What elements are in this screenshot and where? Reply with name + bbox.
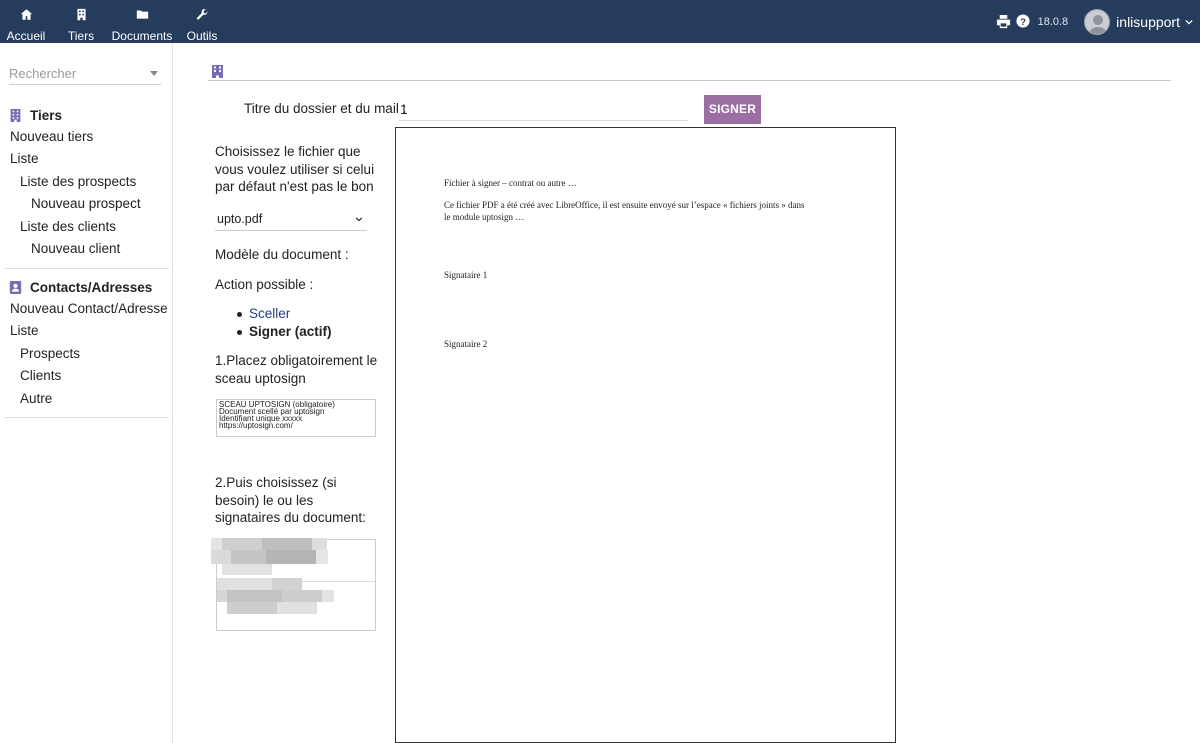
version-label: 18.0.8 xyxy=(1037,15,1069,28)
pdf-line-2: Ce fichier PDF a été créé avec LibreOffi… xyxy=(444,200,805,210)
sidebar-item-liste-contacts[interactable]: Liste xyxy=(0,320,173,342)
contact-card-icon xyxy=(9,280,22,294)
title-label: Titre du dossier et du mail : xyxy=(244,101,407,116)
pdf-preview[interactable]: Fichier à signer – contrat ou autre … Ce… xyxy=(395,127,896,743)
menu-tiers: Tiers Nouveau tiers Liste Liste des pros… xyxy=(0,104,173,260)
sidebar-item-nouveau-tiers[interactable]: Nouveau tiers xyxy=(0,126,173,148)
chevron-down-icon[interactable] xyxy=(1185,18,1193,26)
title-input[interactable] xyxy=(399,99,688,121)
pdf-line-1: Fichier à signer – contrat ou autre … xyxy=(444,178,577,188)
step1-text: 1.Placez obligatoirement le sceau uptosi… xyxy=(215,353,378,386)
pdf-signatory-1: Signataire 1 xyxy=(444,270,488,280)
pdf-line-3: le module uptosign … xyxy=(444,212,525,222)
sidebar-item-nouveau-client[interactable]: Nouveau client xyxy=(0,238,173,260)
sidebar-item-autre[interactable]: Autre xyxy=(0,388,173,410)
nav-outils[interactable]: Outils xyxy=(174,0,230,43)
menu-contacts-label: Contacts/Adresses xyxy=(30,279,153,295)
nav-outils-label: Outils xyxy=(186,29,218,43)
search-field xyxy=(9,65,161,85)
building-icon xyxy=(212,65,223,78)
action-list: Sceller Signer (actif) xyxy=(237,305,332,340)
left-sidebar: Tiers Nouveau tiers Liste Liste des pros… xyxy=(0,43,173,743)
sidebar-item-liste[interactable]: Liste xyxy=(0,148,173,170)
action-label: Action possible : xyxy=(215,277,314,292)
nav-accueil[interactable]: Accueil xyxy=(0,0,52,43)
top-nav: Accueil Tiers Documents Outils xyxy=(0,0,230,43)
header-divider xyxy=(208,80,1171,81)
main-content: Titre du dossier et du mail : SIGNER Cho… xyxy=(174,43,1200,743)
search-input[interactable] xyxy=(9,66,139,81)
menu-contacts: Contacts/Adresses Nouveau Contact/Adress… xyxy=(0,276,173,410)
username[interactable]: inlisupport xyxy=(1116,14,1180,30)
dropdown-arrow-icon[interactable] xyxy=(150,71,158,76)
menu-tiers-label: Tiers xyxy=(30,107,63,123)
sidebar-item-prospects[interactable]: Prospects xyxy=(0,343,173,365)
top-right-tools: ? 18.0.8 inlisupport xyxy=(996,0,1200,43)
choose-file-text: Choisissez le fichier que vous voulez ut… xyxy=(215,144,375,194)
sidebar-item-nouveau-contact[interactable]: Nouveau Contact/Adresse xyxy=(0,298,173,320)
sign-button[interactable]: SIGNER xyxy=(704,95,761,124)
menu-contacts-title[interactable]: Contacts/Adresses xyxy=(0,276,173,298)
model-label: Modèle du document : xyxy=(215,247,349,262)
sidebar-item-clients[interactable]: Clients xyxy=(0,365,173,387)
action-signer: Signer (actif) xyxy=(237,323,332,341)
chevron-down-icon xyxy=(355,217,363,222)
avatar[interactable] xyxy=(1084,8,1111,35)
pdf-signatory-2: Signataire 2 xyxy=(444,339,488,349)
folder-icon xyxy=(136,8,149,26)
step2-text: 2.Puis choisissez (si besoin) le ou les … xyxy=(215,475,366,525)
wrench-icon xyxy=(196,8,209,26)
nav-tiers[interactable]: Tiers xyxy=(52,0,110,43)
print-icon[interactable] xyxy=(996,14,1011,29)
nav-accueil-label: Accueil xyxy=(6,29,46,43)
nav-documents[interactable]: Documents xyxy=(110,0,174,43)
seal-line-4: https://uptosign.com/ xyxy=(219,421,293,430)
sidebar-item-liste-prospects[interactable]: Liste des prospects xyxy=(0,171,173,193)
sidebar-divider xyxy=(4,268,169,269)
sidebar-item-nouveau-prospect[interactable]: Nouveau prospect xyxy=(0,193,173,215)
seal-box[interactable]: SCEAU UPTOSIGN (obligatoire) Document sc… xyxy=(216,399,376,437)
building-icon xyxy=(75,8,88,26)
home-icon xyxy=(20,8,33,26)
building-icon xyxy=(10,108,21,122)
nav-documents-label: Documents xyxy=(111,29,173,43)
top-bar: Accueil Tiers Documents Outils ? 18.0.8 … xyxy=(0,0,1200,43)
file-select-value: upto.pdf xyxy=(217,212,263,226)
sidebar-divider xyxy=(4,417,169,418)
action-sceller[interactable]: Sceller xyxy=(237,305,332,323)
menu-tiers-title[interactable]: Tiers xyxy=(0,104,173,126)
sidebar-item-liste-clients[interactable]: Liste des clients xyxy=(0,216,173,238)
help-icon[interactable]: ? xyxy=(1016,14,1031,29)
file-select[interactable]: upto.pdf xyxy=(215,209,367,231)
svg-text:?: ? xyxy=(1020,17,1026,28)
signatory-list[interactable] xyxy=(211,538,376,631)
form-column: Choisissez le fichier que vous voulez ut… xyxy=(215,143,385,196)
nav-tiers-label: Tiers xyxy=(67,29,95,43)
